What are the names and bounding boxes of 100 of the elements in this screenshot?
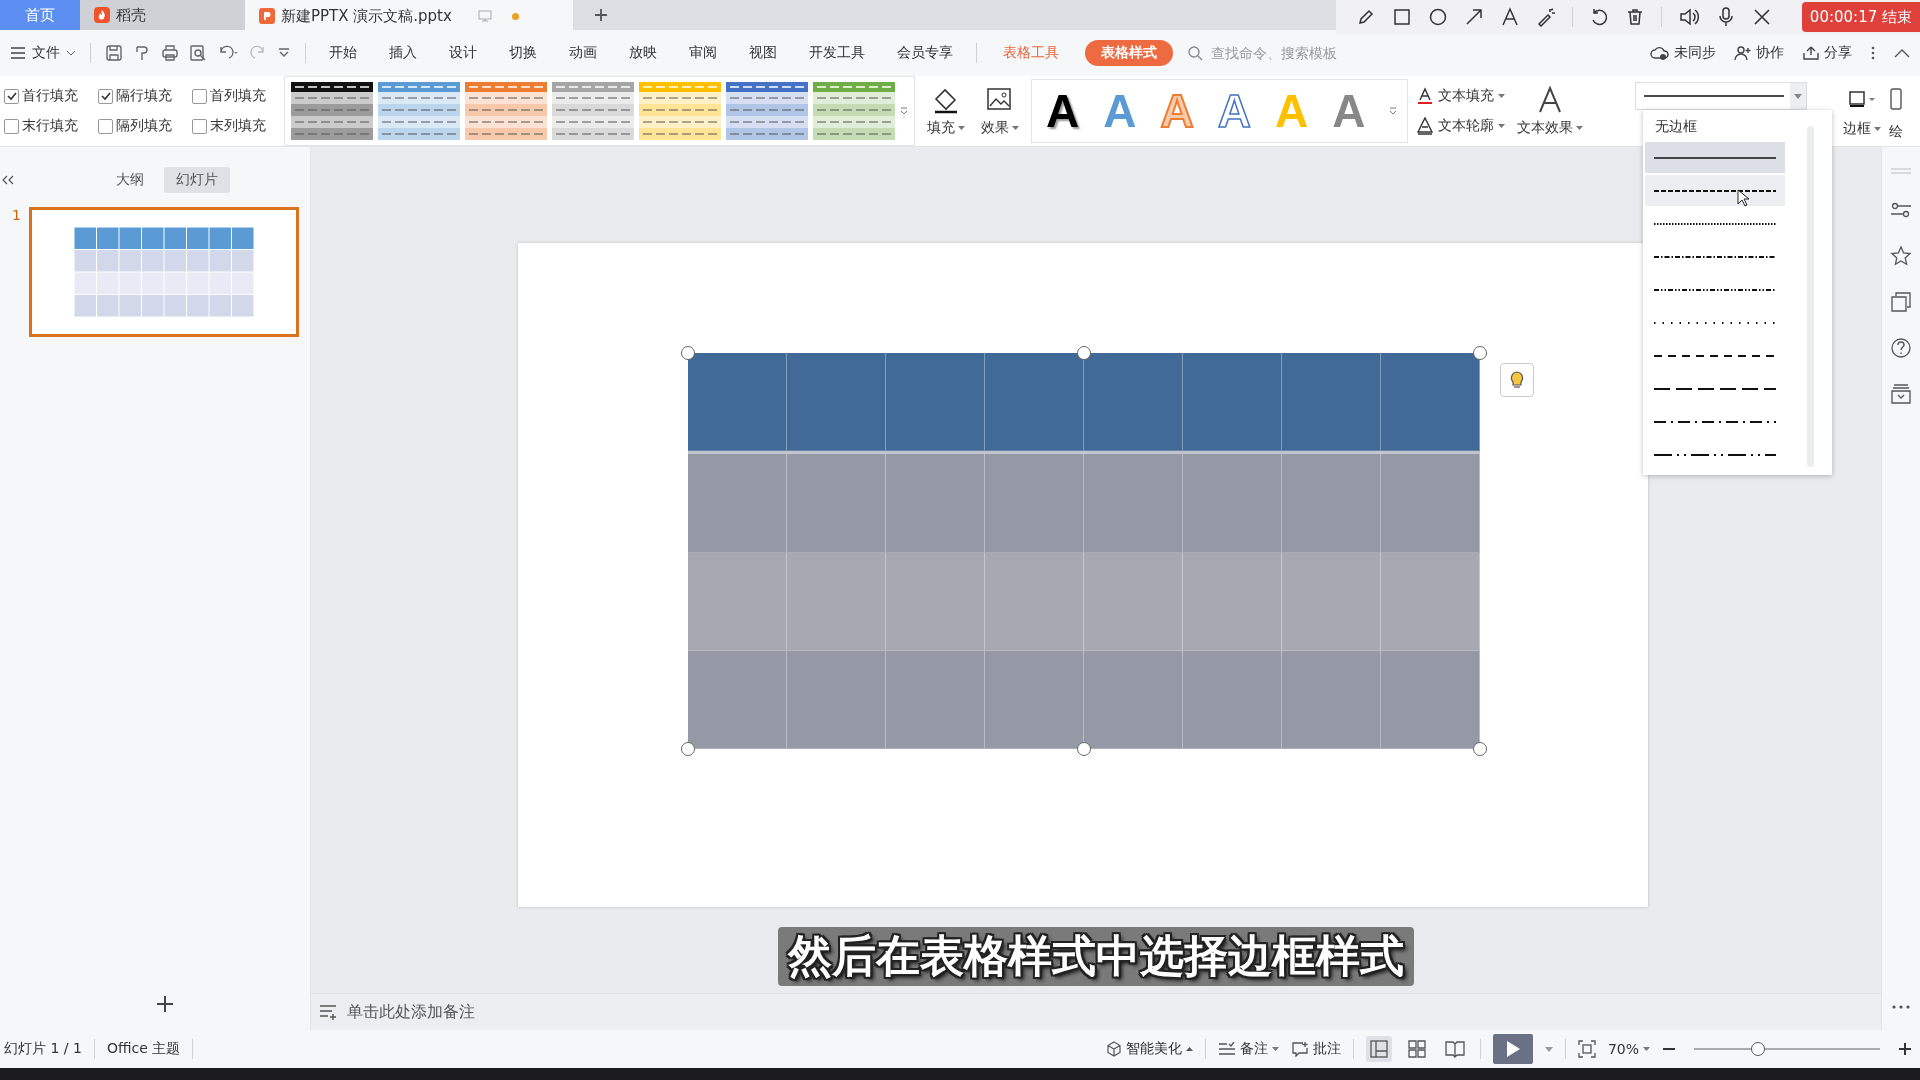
collapse-panel-icon[interactable]: [2, 175, 14, 185]
table-cell[interactable]: [1282, 552, 1381, 651]
line-style-option[interactable]: [1645, 142, 1785, 173]
comment-button[interactable]: 批注: [1290, 1040, 1341, 1058]
line-style-option[interactable]: [1645, 175, 1785, 206]
more-icon[interactable]: [1890, 1004, 1912, 1010]
fill-option-checkbox[interactable]: 隔列填充: [98, 117, 182, 135]
format-painter-icon[interactable]: [133, 44, 151, 62]
resize-handle[interactable]: [1473, 742, 1487, 756]
add-slide-icon[interactable]: [155, 994, 175, 1014]
slide-switch-icon[interactable]: [1890, 291, 1912, 313]
table-cell[interactable]: [985, 552, 1084, 651]
text-effect-button[interactable]: 文本效果: [1513, 85, 1588, 137]
menu-tab[interactable]: 视图: [740, 44, 786, 62]
smart-tip-button[interactable]: [1500, 363, 1534, 397]
menu-tab[interactable]: 设计: [440, 44, 486, 62]
zoom-in-icon[interactable]: [1898, 1042, 1912, 1056]
resize-handle[interactable]: [1077, 346, 1091, 360]
speaker-icon[interactable]: [1678, 7, 1700, 27]
zoom-level-dropdown[interactable]: 70%: [1607, 1041, 1650, 1057]
draw-button[interactable]: 绘: [1889, 123, 1904, 141]
menu-tab[interactable]: 动画: [560, 44, 606, 62]
view-tab[interactable]: 幻灯片: [164, 167, 230, 193]
toolbar-action[interactable]: 分享: [1802, 44, 1852, 62]
menu-tab[interactable]: 开始: [320, 44, 366, 62]
table-cell[interactable]: [1183, 353, 1282, 452]
table-cell[interactable]: [1282, 353, 1381, 452]
table-cell[interactable]: [886, 650, 985, 749]
menu-tab[interactable]: 插入: [380, 44, 426, 62]
circle-icon[interactable]: [1428, 7, 1448, 27]
table-cell[interactable]: [787, 552, 886, 651]
rectangle-icon[interactable]: [1392, 7, 1412, 27]
menu-tab[interactable]: 切换: [500, 44, 546, 62]
document-tab[interactable]: 新建PPTX 演示文稿.pptx: [245, 0, 573, 30]
text-style-preview[interactable]: A: [1046, 88, 1080, 134]
magic-wand-icon[interactable]: [1536, 7, 1556, 27]
table-cell[interactable]: [787, 454, 886, 553]
effect-button[interactable]: 效果: [977, 85, 1023, 137]
table[interactable]: [688, 353, 1480, 749]
view-tab[interactable]: 大纲: [104, 167, 156, 193]
table-cell[interactable]: [688, 454, 787, 553]
table-style-swatch[interactable]: [465, 82, 547, 140]
table-cell[interactable]: [1084, 454, 1183, 553]
slide-thumbnail[interactable]: [28, 207, 299, 337]
help-icon[interactable]: [1890, 337, 1912, 359]
menu-tab[interactable]: 会员专享: [888, 44, 962, 62]
table-cell[interactable]: [1282, 650, 1381, 749]
caret-icon[interactable]: [1544, 1046, 1553, 1052]
table-cell[interactable]: [787, 650, 886, 749]
print-preview-icon[interactable]: [189, 44, 207, 62]
play-slideshow-button[interactable]: [1492, 1034, 1533, 1064]
gallery-more-icon[interactable]: [1389, 106, 1398, 116]
table-style-swatch[interactable]: [639, 82, 721, 140]
table-cell[interactable]: [1183, 552, 1282, 651]
trash-icon[interactable]: [1625, 7, 1645, 27]
text-style-preview[interactable]: A: [1217, 88, 1251, 134]
collapse-ribbon-icon[interactable]: [1894, 48, 1910, 58]
inbox-check-icon[interactable]: [1890, 383, 1912, 405]
normal-view-icon[interactable]: [1365, 1036, 1392, 1062]
close-icon[interactable]: [1752, 7, 1772, 27]
text-fill-button[interactable]: 文本填充: [1416, 87, 1506, 105]
table-style-swatch[interactable]: [726, 82, 808, 140]
star-icon[interactable]: [1890, 245, 1912, 267]
table-cell[interactable]: [1282, 454, 1381, 553]
resize-handle[interactable]: [681, 346, 695, 360]
fill-button[interactable]: 填充: [923, 85, 969, 137]
table-cell[interactable]: [886, 353, 985, 452]
fit-window-icon[interactable]: [1577, 1040, 1596, 1058]
table-style-swatch[interactable]: [291, 82, 373, 140]
stop-recording-button[interactable]: 00:00:17 结束: [1801, 2, 1920, 32]
pencil-icon[interactable]: [1356, 7, 1376, 27]
border-button[interactable]: 边框: [1843, 120, 1882, 138]
command-search-field[interactable]: 查找命令、搜索模板: [1187, 44, 1383, 62]
table-cell[interactable]: [985, 454, 1084, 553]
text-icon[interactable]: [1500, 7, 1520, 27]
text-outline-button[interactable]: 文本轮廓: [1416, 117, 1506, 135]
toolbar-action[interactable]: 未同步: [1650, 44, 1716, 62]
table-cell[interactable]: [886, 552, 985, 651]
document-tab[interactable]: 稻壳: [80, 0, 245, 30]
notes-field[interactable]: 单击此处添加备注: [311, 993, 1881, 1030]
new-tab-icon[interactable]: [593, 7, 609, 23]
table-cell[interactable]: [1183, 650, 1282, 749]
toolbar-action[interactable]: 协作: [1734, 44, 1784, 62]
fill-option-checkbox[interactable]: 首行填充: [4, 87, 88, 105]
save-icon[interactable]: [105, 44, 123, 62]
draw-table-icon[interactable]: [1889, 87, 1904, 111]
fill-option-checkbox[interactable]: 隔行填充: [98, 87, 182, 105]
gallery-more-icon[interactable]: [900, 106, 908, 116]
microphone-icon[interactable]: [1716, 6, 1736, 28]
resize-handle[interactable]: [1473, 346, 1487, 360]
table-cell[interactable]: [1084, 552, 1183, 651]
text-style-preview[interactable]: A: [1332, 88, 1366, 134]
border-icon[interactable]: [1848, 90, 1877, 108]
table-cell[interactable]: [688, 552, 787, 651]
table-cell[interactable]: [787, 353, 886, 452]
more-options-icon[interactable]: [1870, 45, 1876, 61]
fill-option-checkbox[interactable]: 末行填充: [4, 117, 88, 135]
border-line-style-dropdown[interactable]: [1635, 82, 1808, 110]
resize-handle[interactable]: [1077, 742, 1091, 756]
table-style-swatch[interactable]: [813, 82, 895, 140]
